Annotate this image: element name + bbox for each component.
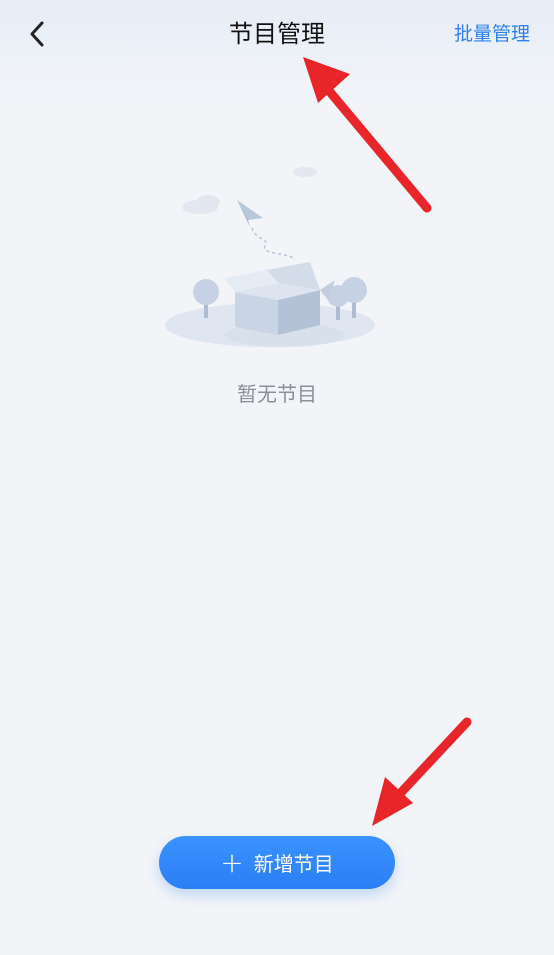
annotation-arrow-bottom [372, 717, 472, 826]
